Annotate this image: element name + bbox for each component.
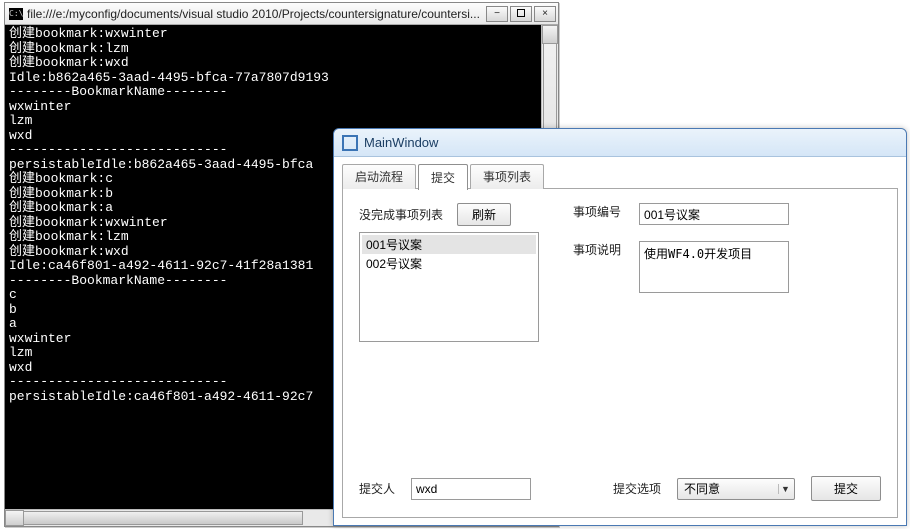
main-window-title: MainWindow [364, 135, 438, 150]
list-item[interactable]: 002号议案 [362, 254, 536, 273]
console-title: file:///e:/myconfig/documents/visual stu… [27, 7, 486, 21]
submit-option-value: 不同意 [684, 480, 778, 497]
main-window: MainWindow 启动流程提交事项列表 没完成事项列表 刷新 001号议案0… [333, 128, 907, 526]
console-titlebar[interactable]: C:\ file:///e:/myconfig/documents/visual… [5, 3, 558, 25]
incomplete-list-label: 没完成事项列表 [359, 206, 443, 223]
item-id-input[interactable] [639, 203, 789, 225]
main-window-titlebar[interactable]: MainWindow [334, 129, 906, 157]
minimize-button[interactable]: − [486, 6, 508, 22]
chevron-down-icon: ▼ [778, 484, 792, 494]
tab-提交[interactable]: 提交 [418, 164, 468, 190]
list-item[interactable]: 001号议案 [362, 235, 536, 254]
item-id-label: 事项编号 [573, 203, 621, 220]
tab-事项列表[interactable]: 事项列表 [470, 164, 544, 189]
tab-pane-submit: 没完成事项列表 刷新 001号议案002号议案 事项编号 事项说明 [342, 188, 898, 518]
incomplete-listbox[interactable]: 001号议案002号议案 [359, 232, 539, 342]
app-icon [342, 135, 358, 151]
horizontal-scroll-thumb[interactable] [23, 511, 303, 525]
submitter-label: 提交人 [359, 480, 395, 497]
main-window-client: 启动流程提交事项列表 没完成事项列表 刷新 001号议案002号议案 事项编号 [334, 157, 906, 525]
refresh-button[interactable]: 刷新 [457, 203, 511, 226]
submit-option-combo[interactable]: 不同意 ▼ [677, 478, 795, 500]
submitter-input[interactable] [411, 478, 531, 500]
tabstrip: 启动流程提交事项列表 [342, 163, 898, 189]
item-desc-label: 事项说明 [573, 241, 621, 258]
cmd-icon: C:\ [9, 8, 23, 20]
close-button[interactable]: × [534, 6, 556, 22]
item-desc-input[interactable] [639, 241, 789, 293]
submit-option-label: 提交选项 [613, 480, 661, 497]
tab-启动流程[interactable]: 启动流程 [342, 164, 416, 189]
maximize-button[interactable] [510, 6, 532, 22]
submit-button[interactable]: 提交 [811, 476, 881, 501]
